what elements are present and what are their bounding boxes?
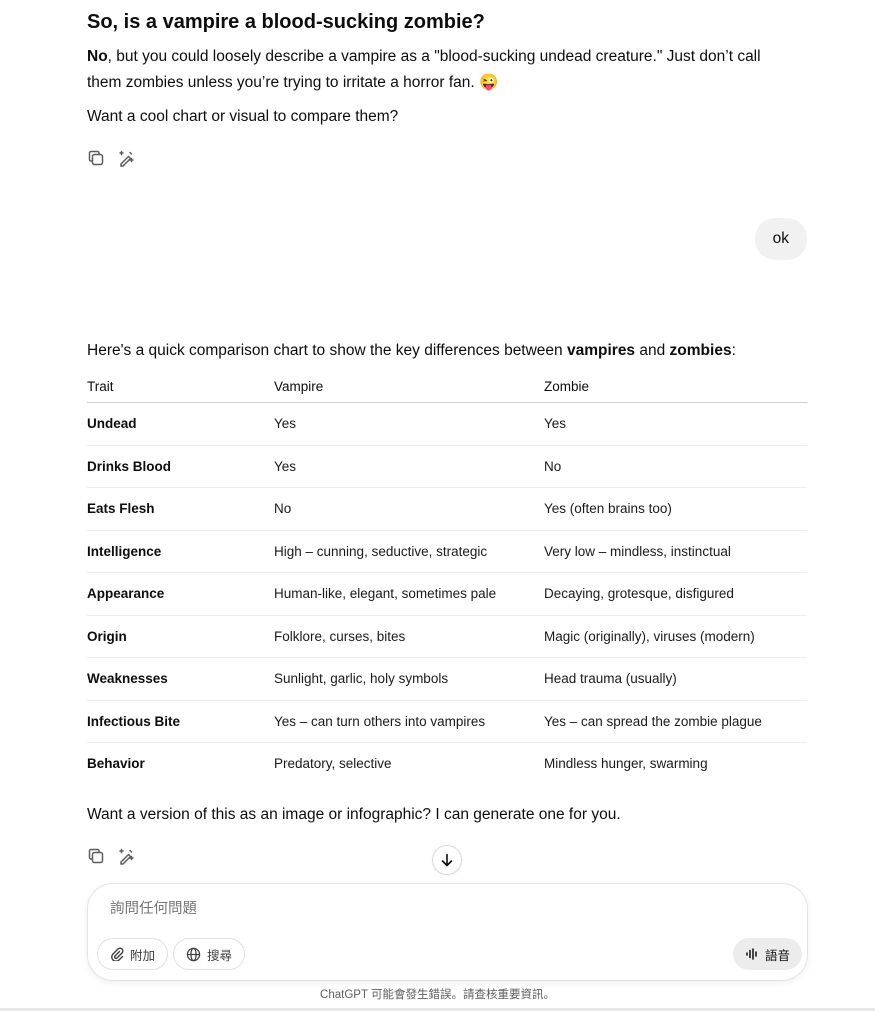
trait-cell: Appearance bbox=[87, 572, 274, 616]
copy-icon[interactable] bbox=[86, 148, 106, 168]
zombie-cell: Yes – can spread the zombie plague bbox=[544, 700, 807, 743]
attach-label: 附加 bbox=[130, 948, 156, 963]
user-message-bubble: ok bbox=[754, 218, 807, 260]
header-zombie: Zombie bbox=[544, 370, 807, 403]
message-actions bbox=[86, 846, 136, 866]
paperclip-icon bbox=[110, 947, 124, 961]
table-row: Weaknesses Sunlight, garlic, holy symbol… bbox=[87, 657, 807, 701]
scroll-to-bottom-button[interactable] bbox=[432, 845, 462, 875]
attach-button[interactable]: 附加 bbox=[97, 938, 169, 970]
message-actions bbox=[86, 148, 136, 168]
trait-cell: Drinks Blood bbox=[87, 445, 274, 488]
zombie-cell: Magic (originally), viruses (modern) bbox=[544, 615, 807, 658]
trait-cell: Weaknesses bbox=[87, 657, 274, 701]
header-trait: Trait bbox=[87, 370, 274, 403]
table-row: Drinks Blood Yes No bbox=[87, 445, 807, 488]
table-row: Appearance Human-like, elegant, sometime… bbox=[87, 572, 807, 616]
answer-paragraph: No, but you could loosely describe a vam… bbox=[87, 44, 797, 96]
table-row: Behavior Predatory, selective Mindless h… bbox=[87, 743, 807, 785]
zombie-cell: Very low – mindless, instinctual bbox=[544, 530, 807, 573]
zombie-cell: Decaying, grotesque, disfigured bbox=[544, 572, 807, 616]
magic-pen-icon[interactable] bbox=[116, 148, 136, 168]
search-button[interactable]: 搜尋 bbox=[173, 938, 246, 970]
voice-wave-icon bbox=[745, 947, 759, 961]
answer-bold-no: No bbox=[87, 48, 108, 65]
zombie-cell: Mindless hunger, swarming bbox=[544, 756, 708, 772]
prompt-input[interactable] bbox=[108, 900, 712, 918]
zombie-cell: No bbox=[544, 445, 807, 488]
composer: 附加 搜尋 語音 bbox=[87, 883, 808, 981]
vampire-cell: Yes – can turn others into vampires bbox=[274, 700, 544, 743]
intro-text-mid: and bbox=[635, 342, 670, 359]
trait-cell: Undead bbox=[87, 402, 274, 446]
header-vampire: Vampire bbox=[274, 370, 544, 403]
trait-cell: Intelligence bbox=[87, 530, 274, 573]
vampire-cell: No bbox=[274, 487, 544, 531]
intro-bold-vampires: vampires bbox=[566, 342, 636, 359]
table-header-row: Trait Vampire Zombie bbox=[87, 370, 807, 403]
trait-cell: Eats Flesh bbox=[87, 487, 274, 531]
trait-cell: Infectious Bite bbox=[87, 700, 274, 743]
table-row: Undead Yes Yes bbox=[87, 402, 807, 446]
emoji: 😜 bbox=[478, 74, 499, 91]
answer-heading: So, is a vampire a blood-sucking zombie? bbox=[87, 11, 485, 33]
chat-page: So, is a vampire a blood-sucking zombie?… bbox=[0, 0, 875, 1011]
intro-text: Here's a quick comparison chart to show … bbox=[87, 342, 567, 359]
table-row: Eats Flesh No Yes (often brains too) bbox=[87, 487, 807, 531]
vampire-cell: Predatory, selective bbox=[274, 756, 392, 772]
disclaimer-footer: ChatGPT 可能會發生錯誤。請查核重要資訊。 bbox=[320, 989, 555, 1001]
copy-icon[interactable] bbox=[86, 846, 106, 866]
comparison-intro: Here's a quick comparison chart to show … bbox=[87, 338, 797, 364]
magic-pen-icon[interactable] bbox=[116, 846, 136, 866]
zombie-cell: Yes bbox=[544, 402, 807, 446]
globe-icon bbox=[186, 947, 201, 962]
vampire-cell: Yes bbox=[274, 402, 544, 446]
vampire-cell: Folklore, curses, bites bbox=[274, 615, 544, 658]
answer-question: Want a cool chart or visual to compare t… bbox=[87, 108, 399, 125]
answer-text: , but you could loosely describe a vampi… bbox=[87, 48, 761, 91]
table-row: Infectious Bite Yes – can turn others in… bbox=[87, 700, 807, 743]
table-row: Intelligence High – cunning, seductive, … bbox=[87, 530, 807, 573]
table-row: Origin Folklore, curses, bites Magic (or… bbox=[87, 615, 807, 658]
zombie-cell: Head trauma (usually) bbox=[544, 657, 807, 701]
vampire-cell: Yes bbox=[274, 445, 544, 488]
intro-text-end: : bbox=[731, 342, 736, 359]
intro-bold-zombies: zombies bbox=[669, 342, 732, 359]
comparison-outro: Want a version of this as an image or in… bbox=[87, 806, 621, 823]
voice-button[interactable]: 語音 bbox=[733, 938, 803, 970]
vampire-cell: High – cunning, seductive, strategic bbox=[274, 530, 544, 573]
arrow-down-icon bbox=[440, 853, 454, 867]
vampire-cell: Sunlight, garlic, holy symbols bbox=[274, 657, 544, 701]
trait-cell: Behavior bbox=[87, 756, 145, 772]
search-label: 搜尋 bbox=[207, 948, 233, 963]
voice-label: 語音 bbox=[765, 948, 791, 963]
comparison-table: Trait Vampire Zombie Undead Yes Yes Drin… bbox=[87, 370, 807, 785]
vampire-cell: Human-like, elegant, sometimes pale bbox=[274, 572, 544, 616]
zombie-cell: Yes (often brains too) bbox=[544, 487, 807, 531]
trait-cell: Origin bbox=[87, 615, 274, 658]
